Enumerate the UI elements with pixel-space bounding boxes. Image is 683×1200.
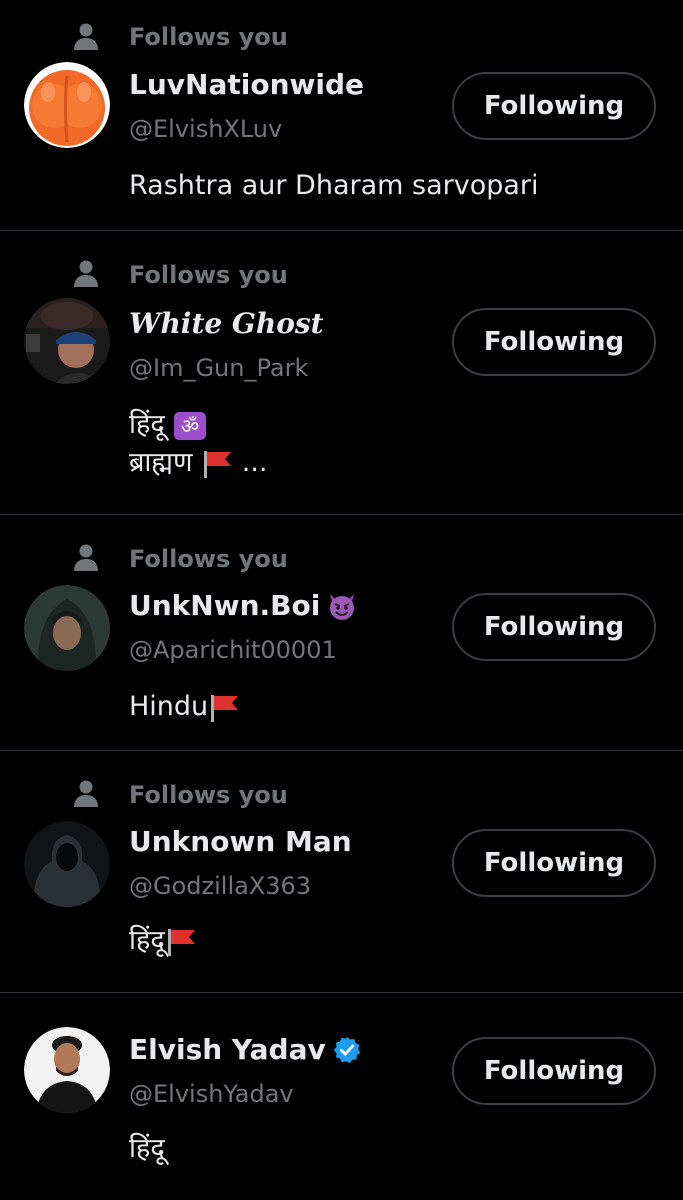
following-button[interactable]: Following <box>452 593 656 661</box>
avatar[interactable] <box>24 585 110 671</box>
user-cell[interactable]: Follows you UnkNwn.Boi @Aparichit00001 H… <box>0 515 683 751</box>
bio-line: हिंदू <box>129 1133 165 1164</box>
user-cell[interactable]: Follows you LuvNationwide @ElvishXLuv Ra… <box>0 0 683 231</box>
avatar[interactable] <box>24 62 110 148</box>
follows-you-label: Follows you <box>129 781 288 809</box>
display-name[interactable]: White Ghost <box>129 304 324 344</box>
display-name-text: Elvish Yadav <box>129 1033 326 1066</box>
bio: Hindu <box>129 688 240 726</box>
bio-line: ब्राह्मण ... <box>129 444 268 482</box>
bio: हिंदू <box>129 922 197 960</box>
follows-you-row: Follows you <box>0 0 683 51</box>
person-icon <box>74 260 98 287</box>
display-name[interactable]: Unknown Man <box>129 822 352 862</box>
bio-ellipsis: ... <box>241 447 268 478</box>
bio: हिंदू <box>129 1130 165 1168</box>
person-icon <box>74 23 98 50</box>
handle: @ElvishYadav <box>129 1080 294 1108</box>
following-button[interactable]: Following <box>452 308 656 376</box>
bio-text: Hindu <box>129 691 209 722</box>
user-cell[interactable]: Elvish Yadav @ElvishYadav हिंदू Followin… <box>0 993 683 1200</box>
bio-line: Hindu <box>129 688 240 726</box>
bio: हिंदू ॐ ब्राह्मण ... <box>129 406 268 482</box>
display-name[interactable]: LuvNationwide <box>129 65 364 105</box>
smiling-devil-icon <box>330 594 355 620</box>
display-name[interactable]: UnkNwn.Boi <box>129 586 358 626</box>
followers-list: Follows you LuvNationwide @ElvishXLuv Ra… <box>0 0 683 1200</box>
verified-badge-icon <box>333 1036 360 1064</box>
man-cap-avatar-image <box>24 298 110 384</box>
user-cell[interactable]: Follows you Unknown Man @GodzillaX363 हि… <box>0 751 683 993</box>
user-cell[interactable]: Follows you White Ghost @Im_Gun_Park हिं… <box>0 231 683 515</box>
man-portrait-avatar-image <box>24 1027 110 1113</box>
hooded-man-avatar-image <box>24 585 110 671</box>
red-flag-icon <box>167 928 195 956</box>
bio-line: Rashtra aur Dharam sarvopari <box>129 170 539 201</box>
follows-you-row: Follows you <box>0 259 683 299</box>
handle: @GodzillaX363 <box>129 872 312 900</box>
display-name-text: White Ghost <box>129 307 324 340</box>
follows-you-label: Follows you <box>129 23 288 51</box>
follows-you-row: Follows you <box>0 779 683 819</box>
person-icon <box>74 544 98 571</box>
display-name[interactable]: Elvish Yadav <box>129 1030 362 1070</box>
handle: @Aparichit00001 <box>129 636 337 664</box>
bio-line: हिंदू <box>129 922 197 960</box>
handle: @ElvishXLuv <box>129 115 283 143</box>
avatar[interactable] <box>24 1027 110 1113</box>
avatar[interactable] <box>24 821 110 907</box>
om-symbol-icon: ॐ <box>174 411 207 440</box>
peach-avatar-image <box>24 62 110 148</box>
handle: @Im_Gun_Park <box>129 354 309 382</box>
bio-text: ब्राह्मण <box>129 447 193 478</box>
following-button[interactable]: Following <box>452 72 656 140</box>
display-name-text: UnkNwn.Boi <box>129 589 321 622</box>
display-name-text: LuvNationwide <box>129 68 365 101</box>
svg-text:ॐ: ॐ <box>181 414 199 438</box>
hooded-silhouette-avatar-image <box>24 821 110 907</box>
following-button[interactable]: Following <box>452 1037 656 1105</box>
follows-you-label: Follows you <box>129 261 288 289</box>
follows-you-label: Follows you <box>129 545 288 573</box>
red-flag-icon <box>211 694 239 722</box>
follows-you-row: Follows you <box>0 543 683 583</box>
avatar[interactable] <box>24 298 110 384</box>
person-icon <box>74 780 98 807</box>
bio-line: हिंदू ॐ <box>129 406 268 444</box>
following-button[interactable]: Following <box>452 829 656 897</box>
bio-text: हिंदू <box>129 409 165 440</box>
display-name-text: Unknown Man <box>129 825 352 858</box>
red-flag-icon <box>204 450 232 478</box>
bio: Rashtra aur Dharam sarvopari <box>129 167 539 205</box>
bio-text: हिंदू <box>129 925 165 956</box>
